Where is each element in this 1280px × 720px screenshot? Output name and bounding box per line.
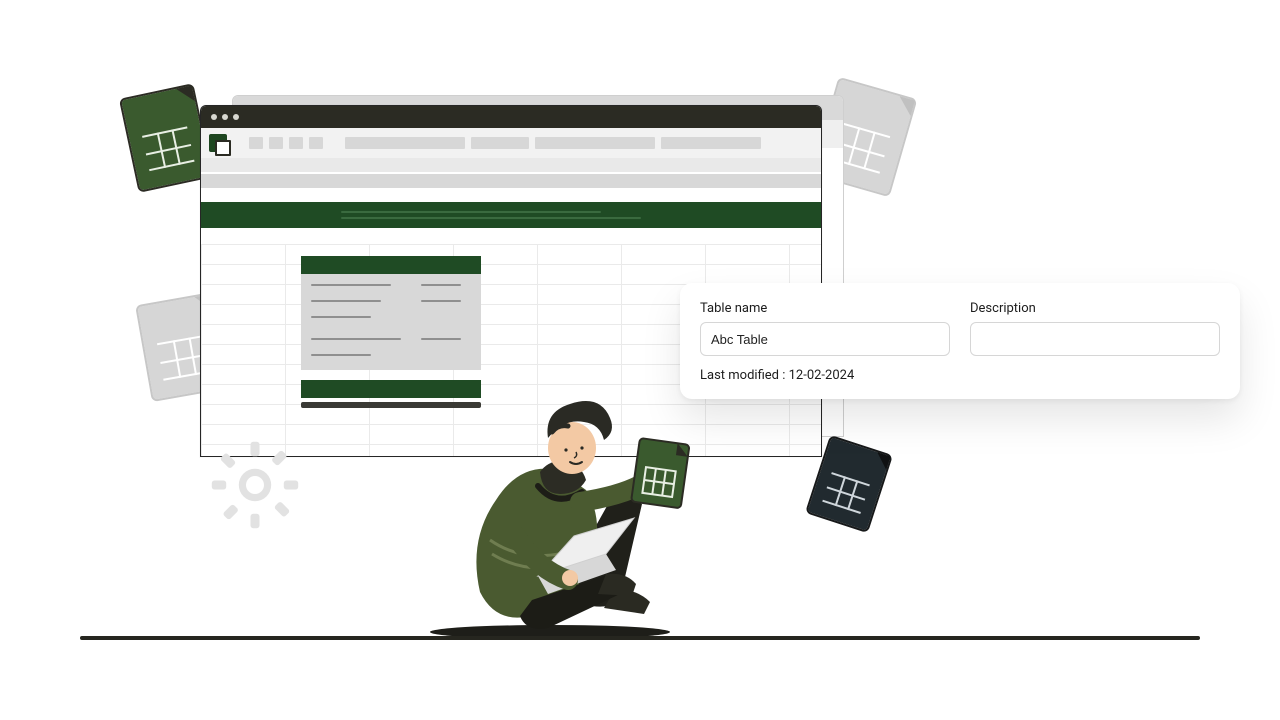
window-control-dot (233, 114, 239, 120)
table-name-input[interactable] (700, 322, 950, 356)
illustration-stage: Table name Description Last modified : 1… (0, 0, 1280, 720)
last-modified-text: Last modified : 12-02-2024 (700, 368, 1220, 383)
window-control-dot (211, 114, 217, 120)
ground-line (80, 636, 1200, 640)
description-input[interactable] (970, 322, 1220, 356)
table-name-label: Table name (700, 301, 950, 316)
window-titlebar (201, 106, 821, 128)
table-details-card: Table name Description Last modified : 1… (680, 283, 1240, 399)
document-green-icon (121, 86, 211, 191)
window-control-dot (222, 114, 228, 120)
spreadsheet-header-band (201, 202, 821, 228)
description-label: Description (970, 301, 1220, 316)
app-toolbar (201, 128, 821, 158)
app-logo-icon (209, 134, 227, 152)
person-illustration (420, 340, 720, 640)
gear-icon (210, 440, 300, 530)
